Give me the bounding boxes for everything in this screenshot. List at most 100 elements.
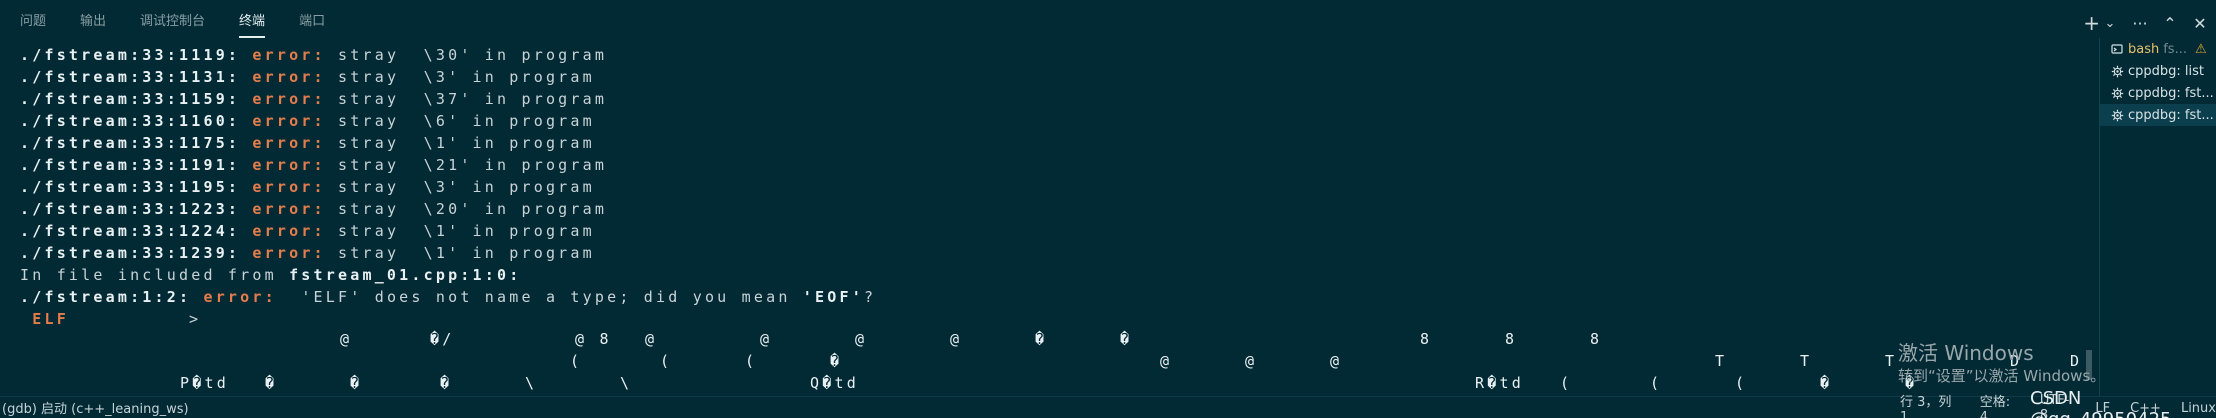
end-of-line[interactable]: LF xyxy=(2095,401,2110,416)
error-line: ./fstream:33:1160: error: stray \6' in p… xyxy=(20,110,2080,132)
binary-token: ( xyxy=(1650,374,1663,392)
terminal-item-label: bash xyxy=(2128,41,2160,57)
error-label: error: xyxy=(252,244,326,262)
error-label: error: xyxy=(252,68,326,86)
tab-problems[interactable]: 问题 xyxy=(20,10,46,36)
error-label: error: xyxy=(252,156,326,174)
panel-toolbar: + ⌄ ··· ⌃ ✕ xyxy=(2083,8,2208,38)
binary-token: @ xyxy=(340,330,353,348)
warning-icon: ⚠ xyxy=(2194,41,2207,57)
terminal-item-bash[interactable]: bash fs... ⚠ xyxy=(2100,38,2216,60)
add-terminal-button[interactable]: + xyxy=(2083,11,2100,35)
close-panel-button[interactable]: ✕ xyxy=(2192,13,2208,33)
binary-token: � xyxy=(830,352,843,370)
binary-token: ( xyxy=(745,352,758,370)
error-label: error: xyxy=(252,134,326,152)
bottom-panel: 问题 输出 调试控制台 终端 端口 + ⌄ ··· ⌃ ✕ ./fstream:… xyxy=(0,0,2216,396)
status-right: 行 3，列 1 空格: 4 UTF-8 LF C++ Linux xyxy=(1900,393,2216,418)
error-label: error: xyxy=(252,112,326,130)
binary-token: �/ xyxy=(430,330,455,348)
error-message: stray \3' in program xyxy=(338,68,595,86)
debug-gear-icon xyxy=(2110,108,2124,122)
debug-gear-icon xyxy=(2110,86,2124,100)
ellipsis-icon: ··· xyxy=(2132,13,2148,33)
error-line-elf: ./fstream:1:2: error: 'ELF' does not nam… xyxy=(20,286,2080,308)
binary-token: T xyxy=(1800,352,1813,370)
error-location: ./fstream:33:1159: xyxy=(20,90,241,108)
more-actions-button[interactable]: ··· xyxy=(2132,13,2148,33)
error-label: error: xyxy=(203,288,277,306)
error-location: ./fstream:33:1195: xyxy=(20,178,241,196)
panel-tab-bar: 问题 输出 调试控制台 终端 端口 xyxy=(0,8,2080,38)
error-location: ./fstream:33:1175: xyxy=(20,134,241,152)
binary-token: 8 xyxy=(1590,330,1603,348)
debug-launch-status[interactable]: (gdb) 启动 (c++_leaning_ws) xyxy=(0,398,189,417)
plus-icon: + xyxy=(2083,11,2100,35)
error-line: ./fstream:33:1159: error: stray \37' in … xyxy=(20,88,2080,110)
binary-token: ( xyxy=(570,352,583,370)
terminal-item-label: cppdbg: fst... xyxy=(2128,85,2214,101)
error-question: ? xyxy=(863,288,877,306)
binary-token: � xyxy=(1905,374,1918,392)
binary-token: D xyxy=(2070,352,2080,370)
binary-token: Q�td xyxy=(810,374,859,392)
binary-token: � xyxy=(265,374,278,392)
terminal-output[interactable]: ./fstream:33:1119: error: stray \30' in … xyxy=(20,44,2080,394)
os-indicator[interactable]: Linux xyxy=(2181,401,2216,416)
error-message: stray \20' in program xyxy=(338,200,608,218)
terminal-item-cppdbg-fst-2[interactable]: cppdbg: fst... xyxy=(2100,104,2216,126)
tab-debug-console[interactable]: 调试控制台 xyxy=(140,10,205,36)
error-message: stray \30' in program xyxy=(338,46,608,64)
error-location: ./fstream:33:1224: xyxy=(20,222,241,240)
chevron-up-icon: ⌃ xyxy=(2163,13,2177,33)
binary-token: ( xyxy=(1560,374,1573,392)
include-line: In file included from fstream_01.cpp:1:0… xyxy=(20,264,2080,286)
status-bar: (gdb) 启动 (c++_leaning_ws) 行 3，列 1 空格: 4 … xyxy=(0,393,2216,418)
binary-output-line: P�td � � � \ \ Q�td R�td (((� � xyxy=(20,374,2080,394)
terminal-item-label: cppdbg: fst... xyxy=(2128,107,2214,123)
binary-token: ( xyxy=(1735,374,1748,392)
binary-output-line: (((� @ @ @ T T T D D xyxy=(20,352,2080,374)
error-label: error: xyxy=(252,178,326,196)
include-file: fstream_01.cpp:1:0: xyxy=(289,266,522,284)
binary-token: D xyxy=(2010,352,2023,370)
binary-token: 8 xyxy=(1505,330,1518,348)
terminal-item-cppdbg-fst-1[interactable]: cppdbg: fst... xyxy=(2100,82,2216,104)
error-line: ./fstream:33:1191: error: stray \21' in … xyxy=(20,154,2080,176)
error-line: ./fstream:33:1175: error: stray \1' in p… xyxy=(20,132,2080,154)
error-line: ./fstream:33:1223: error: stray \20' in … xyxy=(20,198,2080,220)
binary-token: @ xyxy=(1330,352,1343,370)
binary-token: � xyxy=(1120,330,1133,348)
language-mode[interactable]: C++ xyxy=(2130,401,2161,416)
tab-ports[interactable]: 端口 xyxy=(299,10,325,36)
terminal-item-cppdbg-list[interactable]: cppdbg: list xyxy=(2100,60,2216,82)
binary-token: � xyxy=(1035,330,1048,348)
terminal-dropdown-button[interactable]: ⌄ xyxy=(2102,13,2118,33)
error-message: stray \37' in program xyxy=(338,90,608,108)
terminal-scrollbar[interactable] xyxy=(2086,350,2092,380)
binary-token: @ xyxy=(760,330,773,348)
error-location: ./fstream:33:1131: xyxy=(20,68,241,86)
error-message: stray \3' in program xyxy=(338,178,595,196)
binary-token: @ xyxy=(855,330,868,348)
maximize-panel-button[interactable]: ⌃ xyxy=(2162,13,2178,33)
elf-arrow: > xyxy=(188,310,202,328)
tab-terminal[interactable]: 终端 xyxy=(239,10,266,38)
error-location: ./fstream:33:1223: xyxy=(20,200,241,218)
binary-token: @ xyxy=(950,330,963,348)
encoding[interactable]: UTF-8 xyxy=(2040,393,2076,418)
binary-token: \ xyxy=(525,374,538,392)
elf-line: ELF > xyxy=(20,308,2080,330)
tab-output[interactable]: 输出 xyxy=(80,10,106,36)
cursor-position[interactable]: 行 3，列 1 xyxy=(1900,391,1960,418)
error-label: error: xyxy=(252,90,326,108)
binary-token: � xyxy=(1820,374,1833,392)
binary-token: ( xyxy=(660,352,673,370)
close-icon: ✕ xyxy=(2193,13,2207,33)
binary-token: � xyxy=(350,374,363,392)
include-prefix: In file included from xyxy=(20,266,290,284)
binary-token: R�td xyxy=(1475,374,1524,392)
error-line: ./fstream:33:1239: error: stray \1' in p… xyxy=(20,242,2080,264)
error-location: ./fstream:33:1160: xyxy=(20,112,241,130)
indentation[interactable]: 空格: 4 xyxy=(1980,391,2020,418)
